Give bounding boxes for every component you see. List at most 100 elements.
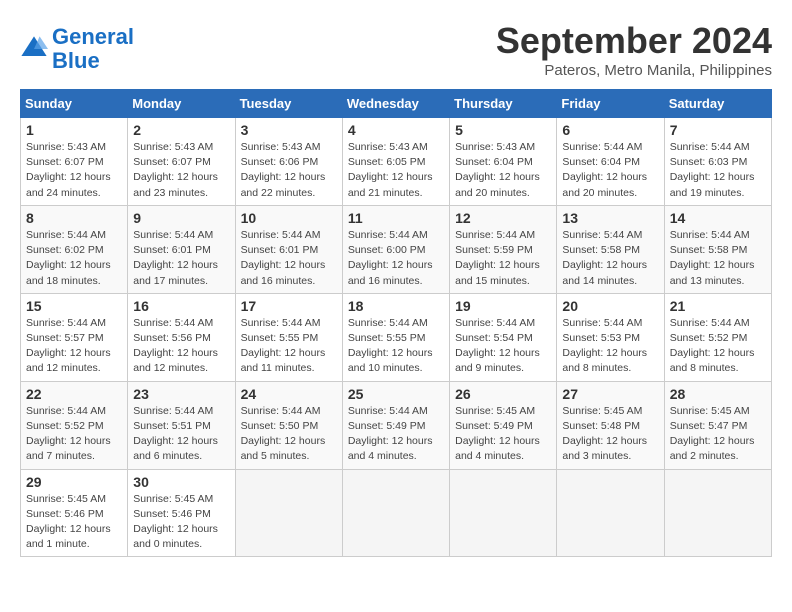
day-info: Sunrise: 5:44 AM Sunset: 5:56 PM Dayligh… (133, 316, 229, 377)
day-number: 14 (670, 210, 766, 226)
day-number: 18 (348, 298, 444, 314)
day-number: 4 (348, 122, 444, 138)
calendar-cell: 10 Sunrise: 5:44 AM Sunset: 6:01 PM Dayl… (235, 205, 342, 293)
calendar-cell: 23 Sunrise: 5:44 AM Sunset: 5:51 PM Dayl… (128, 381, 235, 469)
day-number: 15 (26, 298, 122, 314)
day-info: Sunrise: 5:45 AM Sunset: 5:48 PM Dayligh… (562, 404, 658, 465)
day-info: Sunrise: 5:44 AM Sunset: 6:04 PM Dayligh… (562, 140, 658, 201)
day-number: 12 (455, 210, 551, 226)
calendar-cell: 7 Sunrise: 5:44 AM Sunset: 6:03 PM Dayli… (664, 118, 771, 206)
calendar-cell: 21 Sunrise: 5:44 AM Sunset: 5:52 PM Dayl… (664, 293, 771, 381)
calendar-cell: 1 Sunrise: 5:43 AM Sunset: 6:07 PM Dayli… (21, 118, 128, 206)
calendar-cell: 26 Sunrise: 5:45 AM Sunset: 5:49 PM Dayl… (450, 381, 557, 469)
col-friday: Friday (557, 90, 664, 118)
day-number: 28 (670, 386, 766, 402)
calendar-cell: 12 Sunrise: 5:44 AM Sunset: 5:59 PM Dayl… (450, 205, 557, 293)
day-info: Sunrise: 5:44 AM Sunset: 5:49 PM Dayligh… (348, 404, 444, 465)
day-info: Sunrise: 5:43 AM Sunset: 6:05 PM Dayligh… (348, 140, 444, 201)
day-info: Sunrise: 5:44 AM Sunset: 5:51 PM Dayligh… (133, 404, 229, 465)
day-number: 6 (562, 122, 658, 138)
calendar-cell: 11 Sunrise: 5:44 AM Sunset: 6:00 PM Dayl… (342, 205, 449, 293)
calendar-cell: 24 Sunrise: 5:44 AM Sunset: 5:50 PM Dayl… (235, 381, 342, 469)
calendar-row: 29 Sunrise: 5:45 AM Sunset: 5:46 PM Dayl… (21, 469, 772, 557)
col-sunday: Sunday (21, 90, 128, 118)
calendar-cell: 15 Sunrise: 5:44 AM Sunset: 5:57 PM Dayl… (21, 293, 128, 381)
day-number: 20 (562, 298, 658, 314)
calendar-cell: 30 Sunrise: 5:45 AM Sunset: 5:46 PM Dayl… (128, 469, 235, 557)
calendar-cell: 5 Sunrise: 5:43 AM Sunset: 6:04 PM Dayli… (450, 118, 557, 206)
logo-icon (20, 35, 48, 63)
day-number: 8 (26, 210, 122, 226)
day-info: Sunrise: 5:44 AM Sunset: 5:52 PM Dayligh… (670, 316, 766, 377)
day-number: 25 (348, 386, 444, 402)
calendar-cell: 29 Sunrise: 5:45 AM Sunset: 5:46 PM Dayl… (21, 469, 128, 557)
day-info: Sunrise: 5:44 AM Sunset: 6:03 PM Dayligh… (670, 140, 766, 201)
day-number: 16 (133, 298, 229, 314)
calendar-cell (557, 469, 664, 557)
logo: General Blue (20, 25, 134, 73)
calendar-cell (342, 469, 449, 557)
calendar-cell: 18 Sunrise: 5:44 AM Sunset: 5:55 PM Dayl… (342, 293, 449, 381)
calendar-cell: 6 Sunrise: 5:44 AM Sunset: 6:04 PM Dayli… (557, 118, 664, 206)
calendar-cell (450, 469, 557, 557)
calendar-cell: 22 Sunrise: 5:44 AM Sunset: 5:52 PM Dayl… (21, 381, 128, 469)
day-info: Sunrise: 5:44 AM Sunset: 5:54 PM Dayligh… (455, 316, 551, 377)
day-info: Sunrise: 5:43 AM Sunset: 6:04 PM Dayligh… (455, 140, 551, 201)
calendar-cell: 13 Sunrise: 5:44 AM Sunset: 5:58 PM Dayl… (557, 205, 664, 293)
calendar-cell (664, 469, 771, 557)
calendar-cell: 27 Sunrise: 5:45 AM Sunset: 5:48 PM Dayl… (557, 381, 664, 469)
day-info: Sunrise: 5:44 AM Sunset: 5:55 PM Dayligh… (241, 316, 337, 377)
day-number: 29 (26, 474, 122, 490)
logo-text: General Blue (52, 25, 134, 73)
calendar-cell: 17 Sunrise: 5:44 AM Sunset: 5:55 PM Dayl… (235, 293, 342, 381)
location: Pateros, Metro Manila, Philippines (496, 62, 772, 79)
day-info: Sunrise: 5:44 AM Sunset: 6:02 PM Dayligh… (26, 228, 122, 289)
day-number: 17 (241, 298, 337, 314)
day-number: 23 (133, 386, 229, 402)
calendar-row: 15 Sunrise: 5:44 AM Sunset: 5:57 PM Dayl… (21, 293, 772, 381)
month-title: September 2024 (496, 20, 772, 62)
calendar-cell: 4 Sunrise: 5:43 AM Sunset: 6:05 PM Dayli… (342, 118, 449, 206)
calendar-cell: 20 Sunrise: 5:44 AM Sunset: 5:53 PM Dayl… (557, 293, 664, 381)
day-number: 9 (133, 210, 229, 226)
day-info: Sunrise: 5:44 AM Sunset: 6:01 PM Dayligh… (241, 228, 337, 289)
calendar-cell: 25 Sunrise: 5:44 AM Sunset: 5:49 PM Dayl… (342, 381, 449, 469)
day-number: 2 (133, 122, 229, 138)
day-number: 13 (562, 210, 658, 226)
day-info: Sunrise: 5:44 AM Sunset: 5:52 PM Dayligh… (26, 404, 122, 465)
day-number: 30 (133, 474, 229, 490)
col-thursday: Thursday (450, 90, 557, 118)
col-monday: Monday (128, 90, 235, 118)
day-info: Sunrise: 5:43 AM Sunset: 6:07 PM Dayligh… (26, 140, 122, 201)
calendar-cell: 14 Sunrise: 5:44 AM Sunset: 5:58 PM Dayl… (664, 205, 771, 293)
col-tuesday: Tuesday (235, 90, 342, 118)
day-number: 24 (241, 386, 337, 402)
day-number: 10 (241, 210, 337, 226)
day-info: Sunrise: 5:44 AM Sunset: 5:58 PM Dayligh… (670, 228, 766, 289)
day-info: Sunrise: 5:43 AM Sunset: 6:07 PM Dayligh… (133, 140, 229, 201)
day-info: Sunrise: 5:44 AM Sunset: 5:50 PM Dayligh… (241, 404, 337, 465)
calendar-cell: 16 Sunrise: 5:44 AM Sunset: 5:56 PM Dayl… (128, 293, 235, 381)
day-info: Sunrise: 5:44 AM Sunset: 5:55 PM Dayligh… (348, 316, 444, 377)
calendar-row: 1 Sunrise: 5:43 AM Sunset: 6:07 PM Dayli… (21, 118, 772, 206)
calendar-cell: 8 Sunrise: 5:44 AM Sunset: 6:02 PM Dayli… (21, 205, 128, 293)
day-number: 5 (455, 122, 551, 138)
header: General Blue September 2024 Pateros, Met… (20, 20, 772, 79)
day-info: Sunrise: 5:43 AM Sunset: 6:06 PM Dayligh… (241, 140, 337, 201)
day-number: 7 (670, 122, 766, 138)
day-info: Sunrise: 5:44 AM Sunset: 6:01 PM Dayligh… (133, 228, 229, 289)
calendar-cell: 28 Sunrise: 5:45 AM Sunset: 5:47 PM Dayl… (664, 381, 771, 469)
calendar-cell: 2 Sunrise: 5:43 AM Sunset: 6:07 PM Dayli… (128, 118, 235, 206)
day-info: Sunrise: 5:45 AM Sunset: 5:47 PM Dayligh… (670, 404, 766, 465)
col-wednesday: Wednesday (342, 90, 449, 118)
day-number: 21 (670, 298, 766, 314)
day-info: Sunrise: 5:45 AM Sunset: 5:46 PM Dayligh… (26, 492, 122, 553)
day-info: Sunrise: 5:45 AM Sunset: 5:46 PM Dayligh… (133, 492, 229, 553)
day-number: 1 (26, 122, 122, 138)
calendar-cell (235, 469, 342, 557)
day-info: Sunrise: 5:44 AM Sunset: 6:00 PM Dayligh… (348, 228, 444, 289)
day-number: 26 (455, 386, 551, 402)
calendar-cell: 9 Sunrise: 5:44 AM Sunset: 6:01 PM Dayli… (128, 205, 235, 293)
calendar-row: 8 Sunrise: 5:44 AM Sunset: 6:02 PM Dayli… (21, 205, 772, 293)
day-info: Sunrise: 5:44 AM Sunset: 5:59 PM Dayligh… (455, 228, 551, 289)
